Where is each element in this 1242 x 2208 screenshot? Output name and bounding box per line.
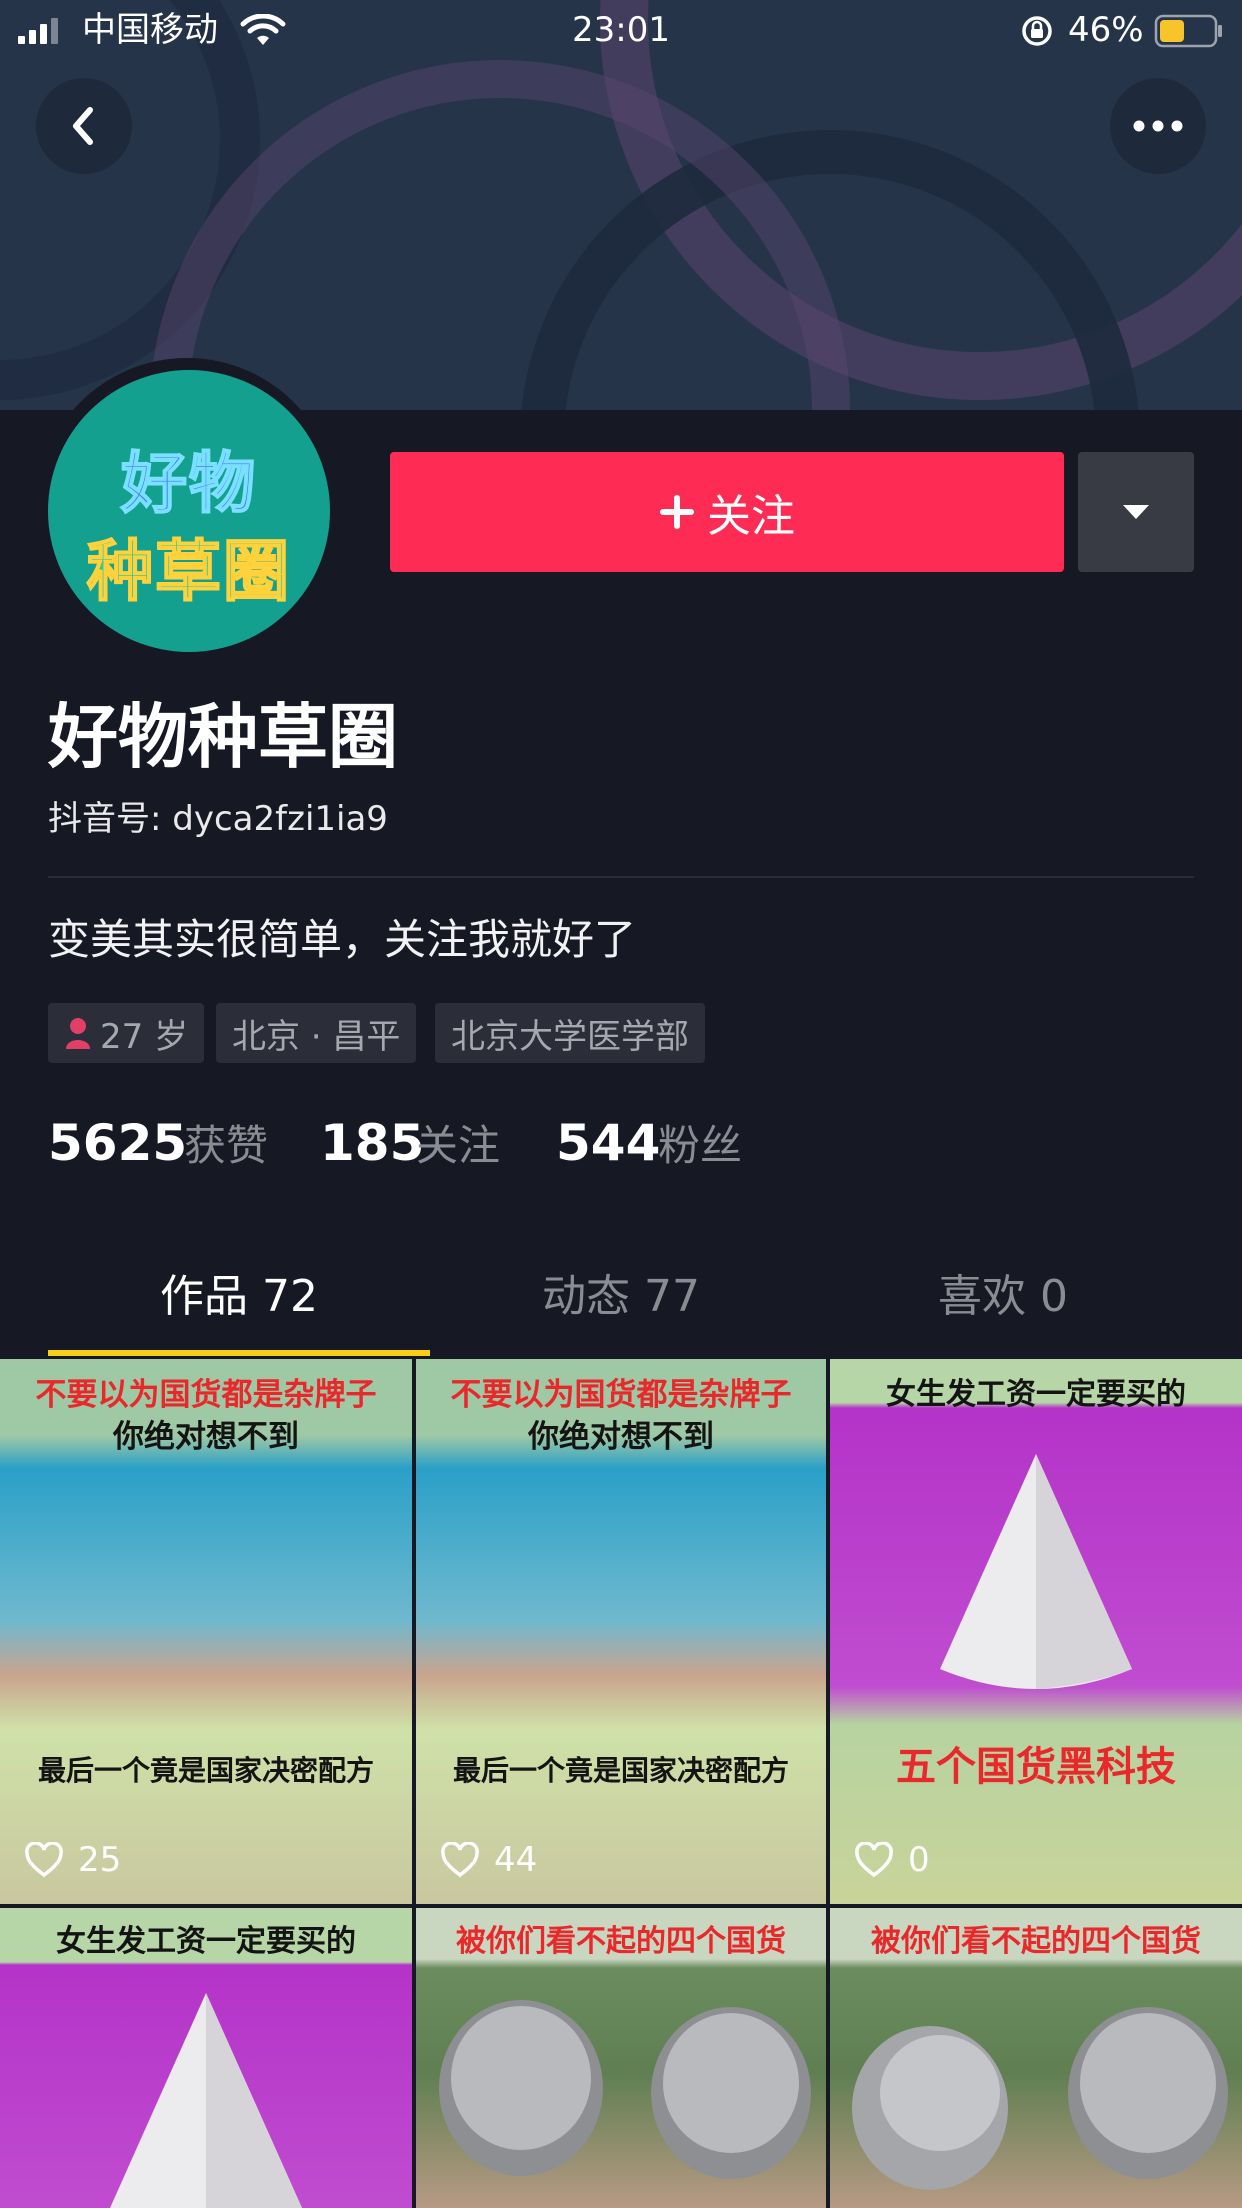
rotation-lock-icon — [1022, 16, 1052, 46]
profile-bio: 变美其实很简单，关注我就好了 — [48, 915, 637, 964]
battery-percent: 46% — [1068, 10, 1144, 50]
likes-label: 获赞 — [184, 1121, 269, 1170]
followers-label: 粉丝 — [658, 1121, 743, 1170]
plus-icon — [660, 495, 694, 529]
tab-dynamics[interactable]: 动态 77 — [414, 1262, 828, 1332]
recommend-dropdown-button[interactable] — [1078, 452, 1194, 572]
douyin-id[interactable]: 抖音号: dyca2fzi1ia9 — [48, 796, 388, 842]
school-tag: 北京大学医学部 — [435, 1003, 705, 1063]
status-bar: 中国移动 23:01 46% — [0, 0, 1242, 60]
video-subtitle: 你绝对想不到 — [528, 1419, 714, 1455]
video-caption: 最后一个竟是国家决密配方 — [452, 1754, 789, 1787]
profile-name: 好物种草圈 — [48, 696, 398, 778]
back-button[interactable] — [36, 78, 132, 174]
video-thumbnail[interactable]: 不要以为国货都是杂牌子 你绝对想不到 最后一个竟是国家决密配方 44 — [416, 1359, 826, 1904]
like-count: 0 — [854, 1840, 930, 1880]
heart-icon — [441, 1842, 479, 1878]
more-dots-icon — [1133, 120, 1183, 132]
active-tab-indicator — [48, 1350, 430, 1356]
like-count-value: 0 — [908, 1840, 930, 1880]
video-thumbnail[interactable]: 被你们看不起的四个国货 — [830, 1908, 1242, 2208]
like-count-value: 25 — [78, 1840, 122, 1880]
follow-button[interactable]: 关注 — [390, 452, 1064, 572]
cone-image — [110, 1993, 302, 2208]
school-tag-label: 北京大学医学部 — [451, 1016, 689, 1057]
like-count-value: 44 — [494, 1840, 538, 1880]
following-count[interactable]: 185 — [320, 1108, 424, 1178]
battery-icon — [1154, 14, 1222, 48]
clock: 23:01 — [572, 10, 670, 50]
location-tag-label: 北京 · 昌平 — [232, 1016, 401, 1057]
caret-down-icon — [1123, 505, 1149, 519]
video-caption: 五个国货黑科技 — [896, 1744, 1176, 1790]
video-subtitle: 你绝对想不到 — [113, 1419, 299, 1455]
female-icon — [66, 1018, 90, 1049]
avatar-text-line2: 种草圈 — [86, 532, 291, 611]
following-label: 关注 — [416, 1121, 501, 1170]
heart-icon — [25, 1842, 63, 1878]
tab-works[interactable]: 作品 72 — [32, 1262, 446, 1332]
video-title: 不要以为国货都是杂牌子 — [450, 1377, 792, 1413]
video-thumbnail[interactable]: 不要以为国货都是杂牌子 你绝对想不到 最后一个竟是国家决密配方 25 — [0, 1359, 412, 1904]
location-tag: 北京 · 昌平 — [216, 1003, 417, 1063]
profile-cover — [0, 0, 1242, 410]
tin-bowls-image — [852, 2007, 1228, 2190]
follow-label: 关注 — [707, 491, 795, 542]
tin-bowls-image — [439, 2000, 811, 2179]
tab-likes[interactable]: 喜欢 0 — [796, 1262, 1210, 1332]
heart-icon — [855, 1842, 893, 1878]
video-caption: 最后一个竟是国家决密配方 — [37, 1754, 374, 1787]
age-tag-label: 27 岁 — [100, 1016, 189, 1057]
avatar-text-line1: 好物 — [120, 444, 257, 523]
age-tag: 27 岁 — [48, 1003, 205, 1063]
followers-count[interactable]: 544 — [556, 1108, 660, 1178]
avatar[interactable]: 好物 种草圈 — [48, 370, 330, 652]
more-options-button[interactable] — [1110, 78, 1206, 174]
cone-image — [940, 1454, 1132, 1689]
likes-count[interactable]: 5625 — [48, 1108, 187, 1178]
video-title: 不要以为国货都是杂牌子 — [35, 1377, 377, 1413]
divider — [48, 876, 1194, 878]
like-count: 44 — [440, 1840, 537, 1880]
like-count: 25 — [24, 1840, 121, 1880]
video-thumbnail[interactable]: 女生发工资一定要买的 五个国货黑科技 0 — [830, 1359, 1242, 1904]
video-thumbnail[interactable]: 女生发工资一定要买的 — [0, 1908, 412, 2208]
video-thumbnail[interactable]: 被你们看不起的四个国货 — [416, 1908, 826, 2208]
back-chevron-icon — [73, 107, 93, 145]
